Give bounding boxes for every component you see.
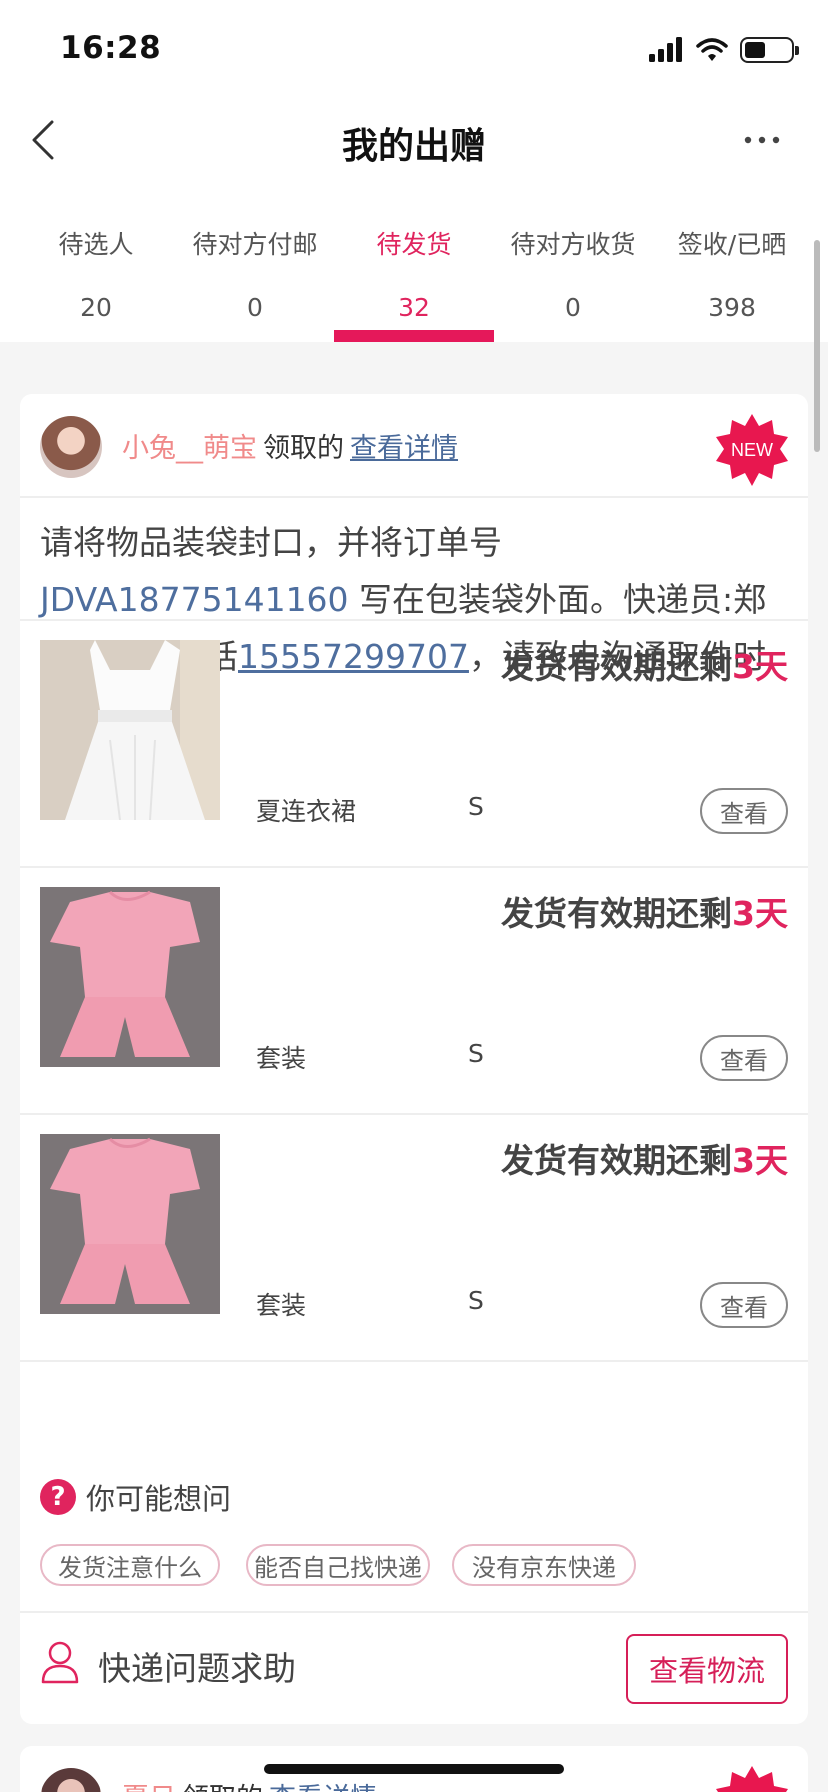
deadline-label: 发货有效期还剩 bbox=[501, 647, 733, 686]
avatar[interactable] bbox=[40, 416, 102, 478]
faq-chip[interactable]: 没有京东快递 bbox=[452, 1544, 636, 1586]
status-icons bbox=[648, 34, 799, 66]
tab-count: 20 bbox=[80, 293, 112, 322]
card-header: 小兔__萌宝 领取的 查看详情 NEW bbox=[20, 394, 808, 498]
new-badge: NEW bbox=[716, 414, 788, 486]
tab-label: 待发货 bbox=[376, 230, 452, 259]
home-indicator[interactable] bbox=[264, 1764, 564, 1774]
order-number: JDVA18775141160 bbox=[40, 580, 349, 619]
view-item-button[interactable]: 查看 bbox=[700, 1282, 788, 1328]
battery-level bbox=[745, 42, 765, 58]
status-time: 16:28 bbox=[60, 30, 162, 66]
tab-pending-shipment[interactable]: 待发货 32 bbox=[334, 225, 494, 322]
tab-pending-postage[interactable]: 待对方付邮 0 bbox=[175, 225, 335, 322]
avatar[interactable] bbox=[40, 1768, 102, 1792]
claim-info: 夏日领取的查看详情 bbox=[122, 1776, 377, 1792]
view-details-link[interactable]: 查看详情 bbox=[350, 433, 458, 464]
tab-label: 签收/已晒 bbox=[677, 230, 787, 259]
view-item-button[interactable]: 查看 bbox=[700, 1035, 788, 1081]
tab-label: 待对方收货 bbox=[510, 230, 636, 259]
instr-text-1: 请将物品装袋封口，并将订单号 bbox=[40, 523, 502, 562]
faq-title-text: 你可能想问 bbox=[86, 1482, 232, 1516]
claim-info: 小兔__萌宝 领取的 查看详情 bbox=[122, 426, 458, 465]
item-photo-pink-set[interactable] bbox=[40, 1134, 220, 1314]
faq-chip[interactable]: 发货注意什么 bbox=[40, 1544, 220, 1586]
tab-received[interactable]: 签收/已晒 398 bbox=[652, 225, 812, 322]
page-title: 我的出赠 bbox=[341, 126, 486, 167]
question-icon: ? bbox=[40, 1479, 76, 1515]
signal-icon bbox=[649, 37, 682, 62]
order-card: 小兔__萌宝 领取的 查看详情 NEW 请将物品装袋封口，并将订单号 JDVA187… bbox=[20, 394, 808, 1724]
faq-chip[interactable]: 能否自己找快递 bbox=[246, 1544, 430, 1586]
claimer-name[interactable]: 小兔__萌宝 bbox=[122, 433, 257, 464]
courier-help-label[interactable]: 快递问题求助 bbox=[98, 1642, 296, 1690]
view-logistics-button[interactable]: 查看物流 bbox=[626, 1634, 788, 1704]
claim-text: 领取的 bbox=[182, 1783, 263, 1792]
ship-deadline: 发货有效期还剩3天 bbox=[501, 887, 788, 935]
tab-count: 0 bbox=[565, 293, 581, 322]
deadline-label: 发货有效期还剩 bbox=[501, 894, 733, 933]
list-item[interactable]: 发货有效期还剩3天 套装 S 查看 bbox=[20, 867, 808, 1113]
deadline-days: 3天 bbox=[732, 1141, 788, 1180]
claimer-name[interactable]: 夏日 bbox=[122, 1783, 176, 1792]
wifi-icon bbox=[696, 38, 728, 61]
new-badge-text: NEW bbox=[731, 440, 773, 460]
deadline-label: 发货有效期还剩 bbox=[501, 1141, 733, 1180]
battery-icon bbox=[740, 37, 799, 63]
deadline-days: 3天 bbox=[732, 894, 788, 933]
tab-count: 398 bbox=[708, 293, 756, 322]
ship-deadline: 发货有效期还剩3天 bbox=[501, 640, 788, 688]
item-photo-white-dress[interactable] bbox=[40, 640, 220, 820]
item-photo-pink-set[interactable] bbox=[40, 887, 220, 1067]
tab-label: 待对方付邮 bbox=[192, 230, 318, 259]
divider bbox=[20, 1611, 808, 1613]
tab-label: 待选人 bbox=[58, 230, 134, 259]
tab-count: 0 bbox=[247, 293, 263, 322]
list-item[interactable]: 发货有效期还剩3天 夏连衣裙 S 查看 bbox=[20, 620, 808, 866]
claim-text: 领取的 bbox=[263, 433, 344, 464]
deadline-days: 3天 bbox=[732, 647, 788, 686]
view-details-link[interactable]: 查看详情 bbox=[269, 1783, 377, 1792]
tab-pending-receipt[interactable]: 待对方收货 0 bbox=[493, 225, 653, 322]
tab-count: 32 bbox=[398, 293, 430, 322]
active-tab-indicator bbox=[334, 330, 494, 342]
list-item[interactable]: 发货有效期还剩3天 套装 S 查看 bbox=[20, 1114, 808, 1360]
tab-pending-select[interactable]: 待选人 20 bbox=[16, 225, 176, 322]
view-item-button[interactable]: 查看 bbox=[700, 788, 788, 834]
item-size: S bbox=[468, 1286, 484, 1315]
divider bbox=[20, 1360, 808, 1362]
item-size: S bbox=[468, 792, 484, 821]
ship-deadline: 发货有效期还剩3天 bbox=[501, 1134, 788, 1182]
item-size: S bbox=[468, 1039, 484, 1068]
item-name: 套装 bbox=[256, 1044, 307, 1073]
item-name: 套装 bbox=[256, 1291, 307, 1320]
person-icon bbox=[41, 1641, 79, 1684]
scrollbar[interactable] bbox=[814, 240, 820, 452]
faq-section-title: ? 你可能想问 bbox=[40, 1477, 231, 1517]
item-name: 夏连衣裙 bbox=[256, 797, 357, 826]
new-badge bbox=[716, 1766, 788, 1792]
more-dots-icon[interactable] bbox=[742, 128, 782, 152]
